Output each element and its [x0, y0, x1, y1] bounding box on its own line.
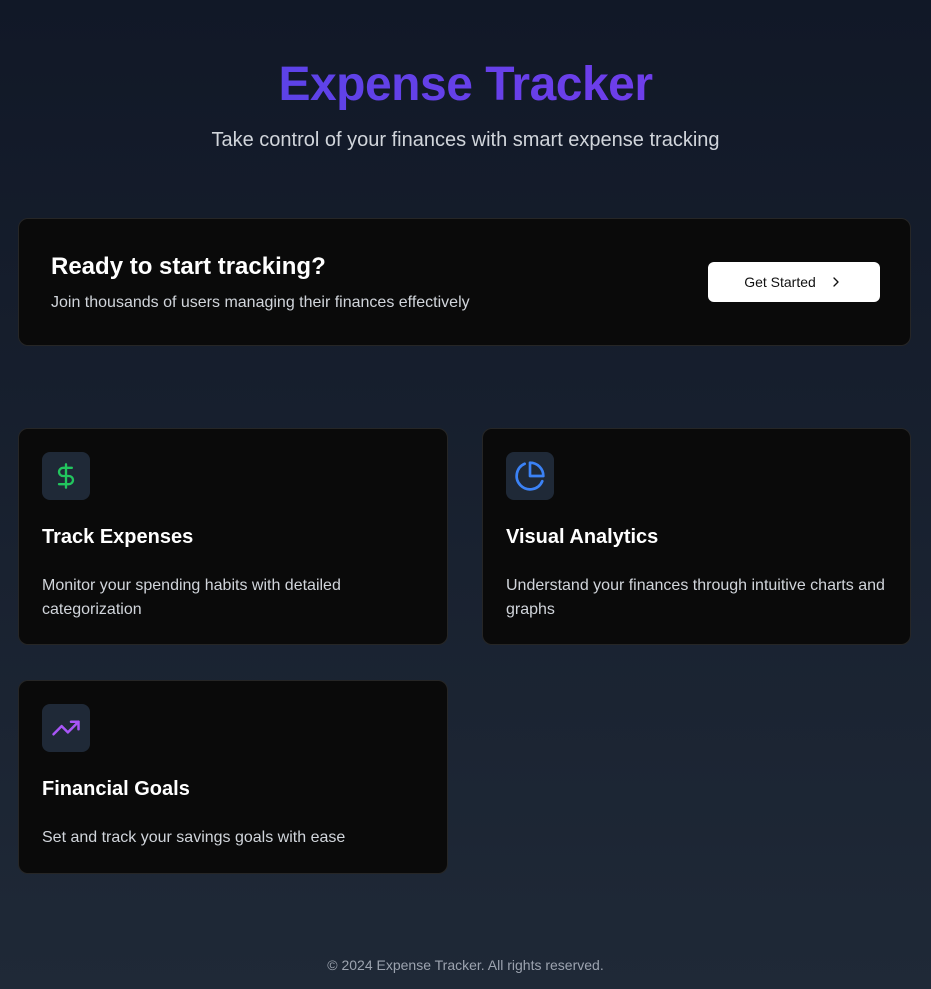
feature-description: Monitor your spending habits with detail… [42, 577, 341, 618]
cta-description: Join thousands of users managing their f… [51, 294, 470, 311]
footer-copyright: © 2024 Expense Tracker. All rights reser… [327, 957, 604, 973]
pie-chart-icon [515, 461, 545, 491]
feature-title: Financial Goals [42, 778, 190, 800]
cta-card: Ready to start tracking? Join thousands … [18, 218, 911, 346]
trending-up-icon [52, 720, 80, 736]
hero-section: Expense Tracker Take control of your fin… [0, 56, 931, 154]
feature-description: Understand your finances through intuiti… [506, 577, 885, 618]
feature-card-track-expenses: Track Expenses Monitor your spending hab… [18, 428, 448, 645]
feature-icon-box [42, 704, 90, 752]
get-started-label: Get Started [744, 274, 816, 290]
feature-card-visual-analytics: Visual Analytics Understand your finance… [482, 428, 911, 645]
cta-title: Ready to start tracking? [51, 253, 326, 280]
get-started-button[interactable]: Get Started [708, 262, 880, 302]
feature-title: Track Expenses [42, 526, 194, 548]
dollar-sign-icon [57, 463, 75, 489]
feature-title: Visual Analytics [506, 526, 659, 548]
page-subtitle: Take control of your finances with smart… [211, 129, 720, 151]
feature-card-financial-goals: Financial Goals Set and track your savin… [18, 680, 448, 874]
chevron-right-icon [833, 277, 839, 287]
page-title: Expense Tracker [0, 56, 931, 114]
feature-icon-box [42, 452, 90, 500]
feature-icon-box [506, 452, 554, 500]
feature-description: Set and track your savings goals with ea… [42, 829, 346, 846]
